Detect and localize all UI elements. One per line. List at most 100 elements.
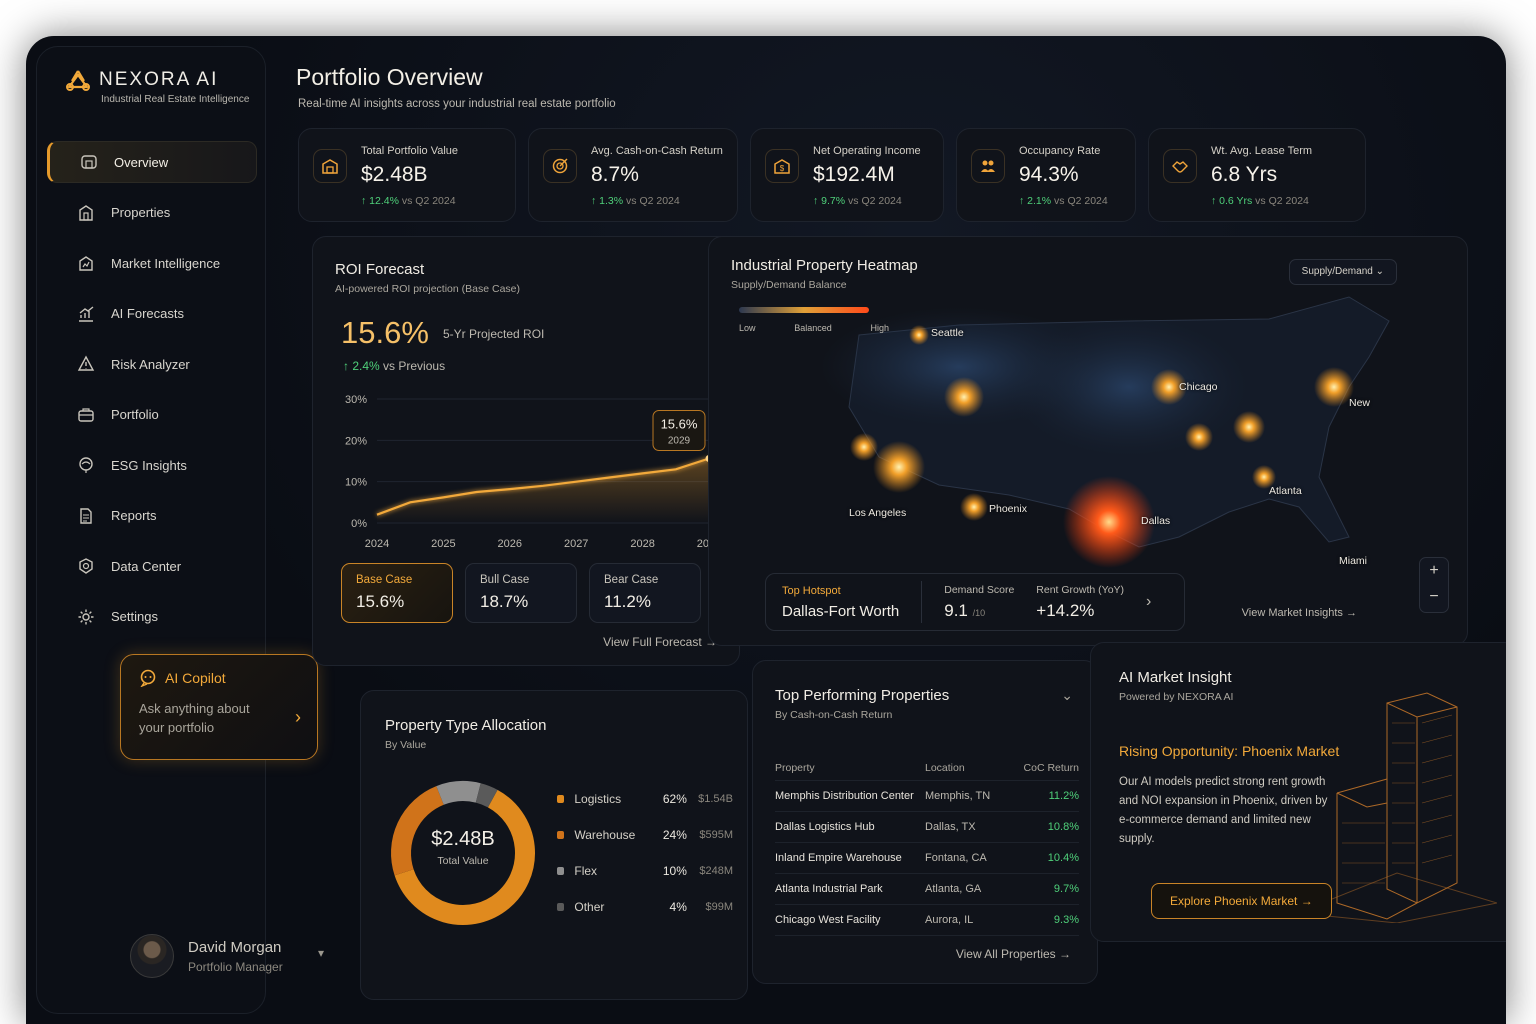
copilot-title: AI Copilot (165, 670, 226, 686)
legend-item: Warehouse 24% $595M (557, 817, 733, 853)
view-full-forecast-link[interactable]: View Full Forecast → (603, 635, 717, 649)
sidebar-item-properties[interactable]: Properties (47, 192, 257, 234)
y-tick-label: 10% (345, 477, 367, 489)
sidebar-item-market-intelligence[interactable]: Market Intelligence (47, 242, 257, 284)
sidebar-item-ai-forecasts[interactable]: AI Forecasts (47, 293, 257, 335)
legend-amount: $99M (705, 901, 733, 913)
ai-market-insight-card: AI Market Insight Powered by NEXORA AI R… (1090, 642, 1506, 942)
kpi-value: 6.8 Yrs (1211, 163, 1278, 186)
sidebar-item-label: ESG Insights (111, 457, 187, 473)
chevron-down-icon[interactable]: ⌄ (1061, 687, 1073, 704)
kpi-compare: vs Q2 2024 (626, 195, 680, 207)
bull-case-button[interactable]: Bull Case 18.7% (465, 563, 577, 623)
sidebar-item-label: Portfolio (111, 407, 159, 422)
coc-return: 10.4% (1047, 852, 1079, 864)
ai-copilot-card[interactable]: AI Copilot Ask anything about your portf… (120, 654, 318, 760)
chevron-right-icon[interactable]: › (295, 707, 301, 728)
table-row[interactable]: Atlanta Industrial Park Atlanta, GA 9.7% (775, 874, 1079, 905)
document-icon (77, 507, 95, 525)
sidebar-item-reports[interactable]: Reports (47, 495, 257, 537)
user-name: David Morgan (188, 938, 282, 956)
case-label: Bear Case (604, 574, 659, 586)
kpi-value: $192.4M (813, 163, 895, 186)
case-value: 18.7% (480, 592, 529, 611)
x-tick-label: 2024 (365, 538, 389, 550)
column-header: Property (775, 761, 815, 774)
table-row[interactable]: Dallas Logistics Hub Dallas, TX 10.8% (775, 812, 1079, 843)
bear-case-button[interactable]: Bear Case 11.2% (589, 563, 701, 623)
kpi-card-lease-term[interactable]: Wt. Avg. Lease Term 6.8 Yrs ↑ 0.6 Yrs vs… (1148, 128, 1366, 222)
sidebar-item-label: Overview (114, 154, 169, 170)
x-tick-label: 2028 (630, 538, 654, 550)
legend-label: High (870, 323, 889, 333)
income-icon: $ (765, 149, 799, 183)
arrow-right-icon: → (1346, 607, 1357, 619)
sidebar-item-data-center[interactable]: Data Center (47, 545, 257, 587)
kpi-compare: vs Q2 2024 (1054, 195, 1108, 207)
card-subtitle: By Value (385, 739, 427, 751)
legend-item: Logistics 62% $1.54B (557, 781, 733, 817)
kpi-card-cash-on-cash[interactable]: Avg. Cash-on-Cash Return 8.7% ↑ 1.3% vs … (528, 128, 738, 222)
sidebar-item-risk-analyzer[interactable]: Risk Analyzer (47, 343, 257, 385)
kpi-label: Avg. Cash-on-Cash Return (591, 145, 723, 157)
sidebar-item-label: Data Center (111, 558, 182, 574)
column-header: Location (925, 761, 965, 774)
app-window: NEXORA AI Industrial Real Estate Intelli… (26, 36, 1506, 1024)
donut-slice[interactable] (436, 781, 481, 805)
card-subtitle: AI-powered ROI projection (Base Case) (335, 283, 520, 295)
arrow-up-icon: ↑ (591, 195, 600, 207)
view-market-insights-link[interactable]: View Market Insights → (1242, 607, 1357, 619)
chart-building-icon (77, 254, 95, 272)
base-case-button[interactable]: Base Case 15.6% (341, 563, 453, 623)
page-subtitle: Real-time AI insights across your indust… (298, 98, 616, 110)
sidebar-item-esg-insights[interactable]: ESG Insights (47, 444, 257, 486)
page-title: Portfolio Overview (296, 64, 483, 90)
people-icon (971, 149, 1005, 183)
heatmap-metric-dropdown[interactable]: Supply/Demand ⌄ (1288, 259, 1397, 285)
property-location: Memphis, TN (925, 790, 991, 802)
heatmap-legend: Low Balanced High (739, 323, 889, 333)
property-name: Dallas Logistics Hub (775, 821, 875, 833)
column-header: CoC Return (1023, 761, 1079, 774)
chevron-down-icon: ⌄ (1375, 266, 1384, 277)
chevron-right-icon[interactable]: › (1146, 593, 1151, 611)
zoom-in-button[interactable]: + (1420, 558, 1448, 584)
legend-amount: $595M (699, 829, 733, 841)
kpi-label: Net Operating Income (813, 145, 921, 157)
warehouse-icon (313, 149, 347, 183)
kpi-card-occupancy-rate[interactable]: Occupancy Rate 94.3% ↑ 2.1% vs Q2 2024 (956, 128, 1136, 222)
kpi-value: 94.3% (1019, 163, 1079, 186)
sidebar-item-settings[interactable]: Settings (47, 596, 257, 638)
legend-name: Flex (574, 864, 598, 878)
zoom-out-button[interactable]: − (1420, 584, 1448, 610)
legend-percent: 4% (669, 900, 687, 914)
sidebar-item-portfolio[interactable]: Portfolio (47, 394, 257, 436)
user-profile[interactable]: David Morgan Portfolio Manager ▾ (130, 934, 324, 978)
property-location: Fontana, CA (925, 852, 987, 864)
sidebar-item-label: Settings (111, 609, 158, 624)
explore-phoenix-market-button[interactable]: Explore Phoenix Market → (1151, 883, 1332, 919)
kpi-card-net-operating-income[interactable]: $ Net Operating Income $192.4M ↑ 9.7% vs… (750, 128, 944, 222)
chevron-down-icon[interactable]: ▾ (318, 946, 324, 960)
arrow-right-icon: → (1059, 947, 1071, 961)
table-row[interactable]: Memphis Distribution Center Memphis, TN 11… (775, 781, 1079, 812)
property-name: Memphis Distribution Center (775, 790, 914, 802)
table-row[interactable]: Chicago West Facility Aurora, IL 9.3% (775, 905, 1079, 936)
brand: NEXORA AI Industrial Real Estate Intelli… (65, 69, 249, 105)
kpi-delta: 2.1% (1027, 195, 1052, 207)
view-all-properties-link[interactable]: View All Properties → (956, 947, 1071, 961)
kpi-card-total-portfolio-value[interactable]: Total Portfolio Value $2.48B ↑ 12.4% vs … (298, 128, 516, 222)
table-row[interactable]: Inland Empire Warehouse Fontana, CA 10.4% (775, 843, 1079, 874)
sidebar-item-overview[interactable]: Overview (47, 141, 257, 183)
case-label: Bull Case (480, 574, 530, 586)
top-hotspot-panel[interactable]: Top Hotspot Dallas-Fort Worth Demand Sco… (765, 573, 1185, 631)
series-area (377, 458, 709, 523)
y-tick-label: 0% (351, 518, 367, 530)
legend-label: Low (739, 323, 756, 333)
card-title: ROI Forecast (335, 261, 425, 278)
sidebar-item-label: Properties (111, 205, 171, 220)
property-name: Inland Empire Warehouse (775, 852, 902, 864)
sidebar-item-label: Reports (111, 508, 157, 523)
donut-slice[interactable] (475, 783, 498, 808)
button-label: Explore Phoenix Market (1170, 894, 1298, 908)
